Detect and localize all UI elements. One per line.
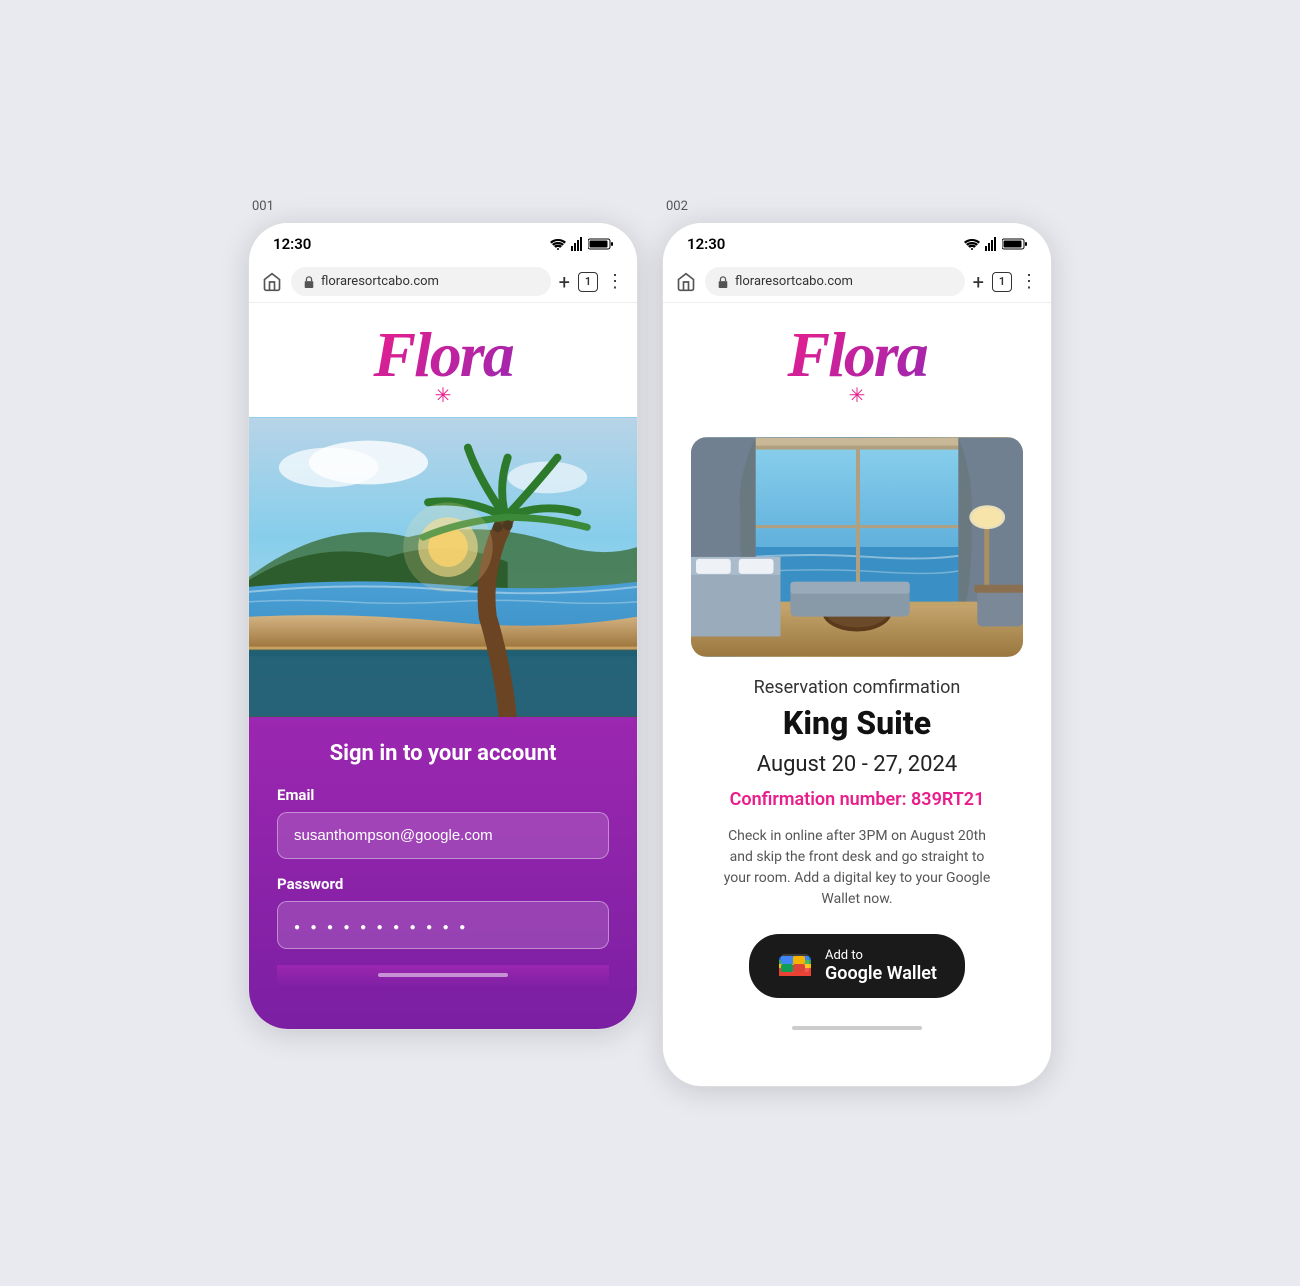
screen-1-number: 001 xyxy=(248,199,274,214)
address-bar-2[interactable]: floraresortcabo.com xyxy=(705,267,965,296)
screen-1-container: 001 12:30 xyxy=(248,199,638,1030)
signin-section: Sign in to your account Email Password ●… xyxy=(249,717,637,1029)
password-input[interactable]: ● ● ● ● ● ● ● ● ● ● ● xyxy=(277,901,609,949)
flora-logo-1: Flora xyxy=(373,323,512,387)
wifi-icon-2 xyxy=(964,238,980,250)
room-type: King Suite xyxy=(691,704,1023,742)
wifi-icon-1 xyxy=(550,238,566,250)
add-tab-icon-2[interactable]: + xyxy=(973,270,984,294)
email-input[interactable] xyxy=(277,812,609,859)
password-label: Password xyxy=(277,875,609,893)
url-1: floraresortcabo.com xyxy=(321,274,439,289)
beach-scene xyxy=(249,417,637,717)
browser-bar-1: floraresortcabo.com + 1 ⋮ xyxy=(249,261,637,303)
flora-asterisk-1: ✳ xyxy=(435,383,452,407)
menu-icon-1[interactable]: ⋮ xyxy=(606,271,625,292)
status-icons-2 xyxy=(964,237,1027,251)
status-bar-1: 12:30 xyxy=(249,223,637,261)
email-label: Email xyxy=(277,786,609,804)
wallet-google-text: Google Wallet xyxy=(825,963,937,984)
dates: August 20 - 27, 2024 xyxy=(691,752,1023,777)
browser-bar-2: floraresortcabo.com + 1 ⋮ xyxy=(663,261,1051,303)
home-bar-2 xyxy=(792,1026,922,1030)
browser-actions-1: + 1 ⋮ xyxy=(559,270,625,294)
add-tab-icon-1[interactable]: + xyxy=(559,270,570,294)
hero-image-1 xyxy=(249,417,637,717)
checkin-text: Check in online after 3PM on August 20th… xyxy=(717,826,997,910)
wallet-icon xyxy=(777,948,813,984)
menu-icon-2[interactable]: ⋮ xyxy=(1020,271,1039,292)
phone1-content: Flora ✳ xyxy=(249,303,637,1029)
signal-icon-1 xyxy=(571,237,583,251)
url-2: floraresortcabo.com xyxy=(735,274,853,289)
room-image xyxy=(691,437,1023,657)
status-bar-2: 12:30 xyxy=(663,223,1051,261)
wallet-text-group: Add to Google Wallet xyxy=(825,948,937,984)
home-icon-1[interactable] xyxy=(261,271,283,293)
google-wallet-button[interactable]: Add to Google Wallet xyxy=(749,934,965,998)
signin-title: Sign in to your account xyxy=(277,741,609,766)
signal-icon-2 xyxy=(985,237,997,251)
screen-2-number: 002 xyxy=(662,199,688,214)
wallet-add-to-text: Add to xyxy=(825,948,863,963)
home-icon-2[interactable] xyxy=(675,271,697,293)
lock-icon-2 xyxy=(717,276,729,288)
confirmation-body: Reservation comfirmation King Suite Augu… xyxy=(663,417,1051,1066)
home-indicator-1 xyxy=(277,965,609,989)
address-bar-1[interactable]: floraresortcabo.com xyxy=(291,267,551,296)
confirmation-number: Confirmation number: 839RT21 xyxy=(691,789,1023,810)
screen-2-container: 002 12:30 xyxy=(662,199,1052,1087)
flora-logo-2: Flora xyxy=(787,323,926,387)
browser-actions-2: + 1 ⋮ xyxy=(973,270,1039,294)
room-scene xyxy=(691,437,1023,657)
reservation-label: Reservation comfirmation xyxy=(691,677,1023,698)
lock-icon-1 xyxy=(303,276,315,288)
logo-section-1: Flora ✳ xyxy=(249,303,637,417)
battery-icon-1 xyxy=(588,238,613,250)
screens-wrapper: 001 12:30 xyxy=(248,199,1052,1087)
status-icons-1 xyxy=(550,237,613,251)
time-2: 12:30 xyxy=(687,235,725,253)
password-dots: ● ● ● ● ● ● ● ● ● ● ● xyxy=(294,922,469,933)
logo-section-2: Flora ✳ xyxy=(663,303,1051,417)
tab-count-2[interactable]: 1 xyxy=(992,272,1012,292)
phone-2: 12:30 xyxy=(662,222,1052,1087)
flora-asterisk-2: ✳ xyxy=(849,383,866,407)
home-indicator-2 xyxy=(691,1018,1023,1042)
tab-count-1[interactable]: 1 xyxy=(578,272,598,292)
time-1: 12:30 xyxy=(273,235,311,253)
phone-1: 12:30 xyxy=(248,222,638,1030)
battery-icon-2 xyxy=(1002,238,1027,250)
home-bar-1 xyxy=(378,973,508,977)
phone2-content: Flora ✳ xyxy=(663,303,1051,1086)
